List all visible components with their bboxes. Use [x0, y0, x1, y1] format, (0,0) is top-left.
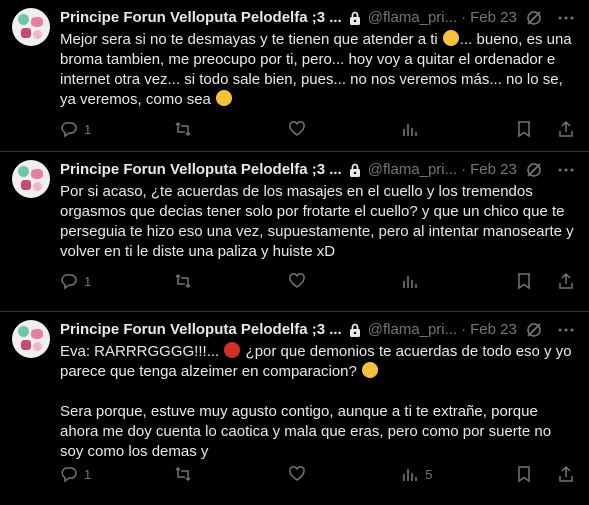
reply-button[interactable]: 1 [60, 465, 94, 483]
grok-icon[interactable] [525, 9, 543, 27]
separator-dot: · [461, 161, 467, 178]
tweet-header: Principe Forun Velloputa Pelodelfa ;3 ..… [60, 160, 575, 180]
reply-icon [61, 274, 77, 290]
tweet-text-part: Sera porque, estuve muy agusto contigo, … [60, 403, 552, 460]
like-icon [288, 466, 305, 481]
retweet-button[interactable] [174, 120, 208, 138]
tweet-date[interactable]: Feb 23 [470, 320, 517, 340]
retweet-button[interactable] [174, 465, 208, 483]
rolling-on-floor-laughing-emoji-icon [442, 30, 459, 46]
tweet-actions: 1 5 [60, 464, 575, 484]
grok-icon[interactable] [525, 161, 543, 179]
retweet-icon [175, 273, 191, 289]
tweet-feed: Principe Forun Velloputa Pelodelfa ;3 ..… [0, 0, 589, 505]
tweet-date[interactable]: Feb 23 [470, 8, 517, 28]
bookmark-icon [518, 273, 530, 290]
bookmark-button[interactable] [515, 120, 533, 138]
tweet-text-part: Mejor sera si no te desmayas y te tienen… [60, 31, 442, 48]
lock-icon [349, 11, 360, 25]
more-icon[interactable] [557, 321, 575, 339]
reply-count: 1 [84, 121, 92, 137]
more-icon[interactable] [557, 161, 575, 179]
tweet-actions: 1 [60, 119, 575, 139]
reply-button[interactable]: 1 [60, 272, 94, 290]
views-icon [403, 469, 418, 481]
tweet[interactable]: Principe Forun Velloputa Pelodelfa ;3 ..… [0, 152, 589, 312]
tweet-actions-right [515, 272, 575, 290]
tweet-text-part: Eva: RARRRGGGG!!!... [60, 343, 224, 360]
like-button[interactable] [288, 272, 322, 290]
tweet-text: Eva: RARRRGGGG!!!... ¿por que demonios t… [60, 342, 575, 462]
share-button[interactable] [557, 465, 575, 483]
more-icon[interactable] [557, 9, 575, 27]
separator-dot: · [461, 321, 467, 338]
retweet-button[interactable] [174, 272, 208, 290]
tweet-text: Por si acaso, ¿te acuerdas de los masaje… [60, 182, 575, 262]
views-count: 5 [425, 466, 433, 482]
tweet-date[interactable]: Feb 23 [470, 160, 517, 180]
avatar[interactable] [12, 160, 50, 198]
share-icon [559, 465, 573, 482]
tweet-actions: 1 [60, 271, 575, 291]
face-blowing-kiss-emoji-icon [216, 90, 233, 106]
lock-icon [349, 163, 360, 177]
lock-icon [349, 323, 360, 337]
grok-icon[interactable] [525, 321, 543, 339]
reply-icon [61, 467, 77, 483]
tweet[interactable]: Principe Forun Velloputa Pelodelfa ;3 ..… [0, 0, 589, 152]
tweet-actions-right [515, 120, 575, 138]
views-icon [403, 276, 418, 288]
author-handle[interactable]: @flama_pri... [368, 320, 457, 340]
share-icon [559, 272, 573, 289]
tweet-text-part: Por si acaso, ¿te acuerdas de los masaje… [60, 183, 578, 260]
views-button[interactable] [401, 272, 435, 290]
angry-face-emoji-icon [224, 342, 241, 358]
like-icon [288, 273, 305, 288]
share-button[interactable] [557, 272, 575, 290]
avatar[interactable] [12, 320, 50, 358]
avatar-column [12, 160, 60, 311]
share-icon [559, 120, 573, 137]
reply-count: 1 [84, 466, 92, 482]
bookmark-button[interactable] [515, 272, 533, 290]
avatar-column [12, 320, 60, 505]
views-icon [403, 124, 418, 136]
like-button[interactable] [288, 120, 322, 138]
tweet-header: Principe Forun Velloputa Pelodelfa ;3 ..… [60, 8, 575, 28]
author-handle[interactable]: @flama_pri... [368, 8, 457, 28]
retweet-icon [175, 466, 191, 482]
like-button[interactable] [288, 465, 322, 483]
avatar[interactable] [12, 8, 50, 46]
author-name[interactable]: Principe Forun Velloputa Pelodelfa ;3 ..… [60, 320, 342, 340]
author-name[interactable]: Principe Forun Velloputa Pelodelfa ;3 ..… [60, 160, 342, 180]
reply-button[interactable]: 1 [60, 120, 94, 138]
avatar-column [12, 8, 60, 151]
smiling-face-emoji-icon [362, 362, 379, 378]
author-handle[interactable]: @flama_pri... [368, 160, 457, 180]
like-icon [288, 121, 305, 136]
bookmark-icon [518, 121, 530, 138]
share-button[interactable] [557, 120, 575, 138]
retweet-icon [175, 121, 191, 137]
author-name[interactable]: Principe Forun Velloputa Pelodelfa ;3 ..… [60, 8, 342, 28]
reply-icon [61, 122, 77, 138]
views-button[interactable]: 5 [401, 465, 435, 483]
separator-dot: · [461, 9, 467, 26]
bookmark-icon [518, 466, 530, 483]
tweet-text: Mejor sera si no te desmayas y te tienen… [60, 30, 575, 110]
tweet-actions-right [515, 465, 575, 483]
reply-count: 1 [84, 273, 92, 289]
tweet[interactable]: Principe Forun Velloputa Pelodelfa ;3 ..… [0, 312, 589, 505]
views-button[interactable] [401, 120, 435, 138]
tweet-header: Principe Forun Velloputa Pelodelfa ;3 ..… [60, 320, 575, 340]
bookmark-button[interactable] [515, 465, 533, 483]
